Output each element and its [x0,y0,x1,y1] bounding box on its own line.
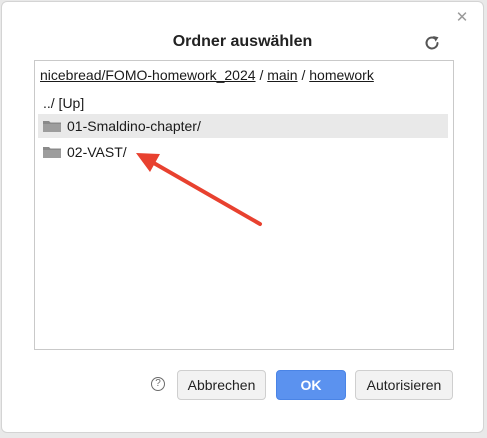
folder-icon [43,121,61,132]
breadcrumb-separator: / [259,67,264,83]
folder-row-02-vast[interactable]: 02-VAST/ [38,140,448,164]
folder-icon [43,147,61,158]
breadcrumb-folder-link[interactable]: homework [309,67,374,83]
folder-row-label: 01-Smaldino-chapter/ [67,118,201,134]
dialog-title: Ordner auswählen [172,33,313,50]
ok-button[interactable]: OK [276,370,346,400]
parent-directory-link[interactable]: ../ [Up] [43,95,84,111]
close-icon[interactable]: ✕ [455,10,469,25]
breadcrumb-separator: / [301,67,306,83]
breadcrumb-repo-link[interactable]: nicebread/FOMO-homework_2024 [40,67,256,83]
folder-picker-dialog: ✕ Ordner auswählen nicebread/FOMO-homewo… [1,1,484,433]
authorize-button[interactable]: Autorisieren [355,370,453,400]
breadcrumb-branch-link[interactable]: main [267,67,297,83]
folder-row-01-smaldino[interactable]: 01-Smaldino-chapter/ [38,114,448,138]
cancel-button[interactable]: Abbrechen [177,370,266,400]
folder-browser: nicebread/FOMO-homework_2024 / main / ho… [34,60,454,350]
folder-row-label: 02-VAST/ [67,144,127,160]
breadcrumb: nicebread/FOMO-homework_2024 / main / ho… [40,67,374,83]
help-icon[interactable]: ? [151,377,165,391]
refresh-icon[interactable] [422,33,442,53]
